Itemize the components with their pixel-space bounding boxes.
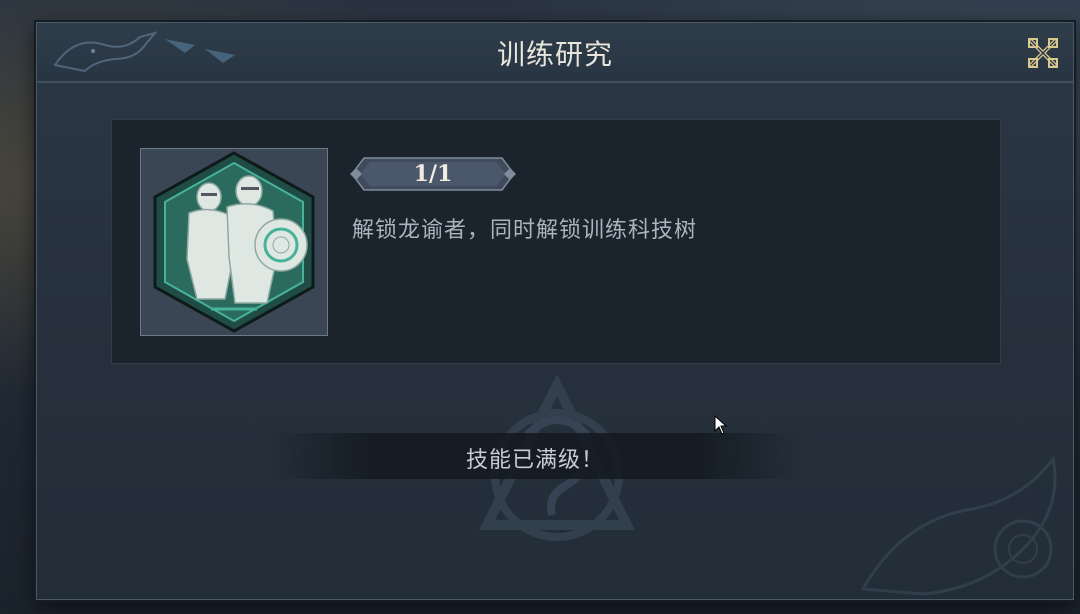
raven-ornament-icon xyxy=(860,455,1057,596)
close-icon[interactable] xyxy=(1025,35,1061,71)
max-level-notice: 技能已满级！ xyxy=(267,433,803,479)
skill-level: 1/1 xyxy=(413,161,453,187)
panel-title: 训练研究 xyxy=(496,38,613,71)
panel-header: 训练研究 xyxy=(37,23,1073,83)
training-research-panel: 训练研究 1/1 解锁龙谕者，同时解锁训练科技树 技能已满级！ xyxy=(36,22,1074,600)
max-level-message: 技能已满级！ xyxy=(465,448,604,473)
skill-description: 解锁龙谕者，同时解锁训练科技树 xyxy=(352,218,698,243)
level-badge: 1/1 xyxy=(350,154,516,194)
armored-knights-shield-icon xyxy=(153,151,315,333)
skill-card: 1/1 解锁龙谕者，同时解锁训练科技树 xyxy=(111,119,1001,364)
skill-icon-frame[interactable] xyxy=(140,148,328,336)
mouse-cursor-icon xyxy=(714,415,728,435)
